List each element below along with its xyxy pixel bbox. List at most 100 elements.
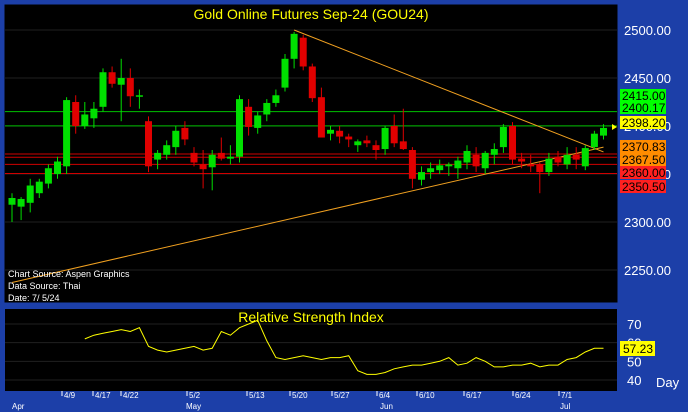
rsi-chart-title: Relative Strength Index bbox=[238, 309, 384, 325]
date-tick-label: 7/1 bbox=[561, 391, 573, 400]
candle-body bbox=[563, 154, 571, 165]
candle-body bbox=[90, 108, 98, 119]
candle-body bbox=[154, 152, 162, 160]
candle-body bbox=[199, 164, 207, 170]
date-tick-label: 6/10 bbox=[419, 391, 435, 400]
date-axis: 4/9 4/17 4/22 5/2 5/13 5/20 5/27 6/4 6/10 6/17 6/2… bbox=[12, 391, 573, 411]
date-tick-label: 5/27 bbox=[334, 391, 350, 400]
chart-frame: Gold Online Futures Sep-24 (GOU24) Chart… bbox=[0, 0, 688, 412]
month-label: Jul bbox=[560, 402, 570, 411]
candle-body bbox=[245, 106, 253, 127]
date-tick-label: 6/24 bbox=[515, 391, 531, 400]
candle-body bbox=[236, 99, 243, 157]
candle-body bbox=[299, 37, 307, 67]
date-tick-label: 5/2 bbox=[189, 391, 201, 400]
candle-body bbox=[472, 154, 480, 167]
candle-body bbox=[536, 164, 544, 173]
candle-body bbox=[217, 152, 225, 159]
candle-body bbox=[418, 172, 425, 180]
candle-body bbox=[336, 130, 344, 137]
month-label: May bbox=[186, 402, 201, 411]
rsi-axis-label: 40 bbox=[627, 373, 641, 388]
candle-body bbox=[181, 127, 189, 140]
candle-body bbox=[572, 154, 580, 160]
candle-body bbox=[44, 168, 52, 184]
candle-body bbox=[427, 168, 435, 173]
date-tick-label: 5/13 bbox=[249, 391, 265, 400]
candle-body bbox=[126, 78, 134, 97]
level-label: 2360.00 bbox=[622, 166, 666, 180]
candle-body bbox=[172, 130, 180, 148]
candle-body bbox=[208, 154, 216, 168]
candle-body bbox=[263, 102, 271, 115]
candle-body bbox=[354, 141, 362, 146]
date-tick-label: 6/4 bbox=[379, 391, 391, 400]
candle-body bbox=[454, 160, 462, 169]
level-label: 2367.50 bbox=[622, 153, 666, 167]
candle-body bbox=[26, 185, 34, 203]
candle-body bbox=[408, 150, 416, 179]
price-axis-label: 2250.00 bbox=[624, 263, 671, 278]
candle-body bbox=[445, 164, 453, 167]
chart-canvas: Gold Online Futures Sep-24 (GOU24) Chart… bbox=[4, 4, 680, 411]
price-panel-background bbox=[4, 4, 618, 303]
level-labels: 2415.002400.172398.202370.832367.502360.… bbox=[612, 89, 666, 194]
candle-body bbox=[463, 150, 471, 163]
day-label: Day bbox=[656, 375, 680, 390]
level-label: 2398.20 bbox=[622, 116, 666, 130]
price-axis-label: 2450.00 bbox=[624, 71, 671, 86]
candle-body bbox=[281, 58, 289, 88]
candle-body bbox=[600, 127, 607, 136]
candle-body bbox=[99, 72, 107, 107]
date-tick-label: 4/22 bbox=[123, 391, 139, 400]
candle-body bbox=[527, 164, 535, 167]
date-tick-label: 6/17 bbox=[466, 391, 482, 400]
level-label: 2350.50 bbox=[622, 180, 666, 194]
candle-body bbox=[72, 102, 80, 126]
price-axis-label: 2300.00 bbox=[624, 215, 671, 230]
candle-body bbox=[436, 165, 444, 171]
candle-body bbox=[327, 129, 334, 134]
candle-body bbox=[399, 141, 407, 150]
candle-body bbox=[372, 145, 380, 150]
candle-body bbox=[254, 115, 262, 128]
candle-body bbox=[308, 66, 316, 99]
candle-body bbox=[35, 181, 43, 194]
month-label: Apr bbox=[12, 402, 25, 411]
candle-body bbox=[390, 126, 398, 144]
candle-body bbox=[581, 148, 589, 167]
level-label: 2400.17 bbox=[622, 101, 666, 115]
date-tick-label: 5/20 bbox=[292, 391, 308, 400]
candle-body bbox=[8, 198, 16, 205]
candle-body bbox=[190, 152, 198, 163]
candle-body bbox=[317, 97, 325, 138]
candle-body bbox=[135, 95, 143, 97]
date-tick-label: 4/9 bbox=[64, 391, 76, 400]
candle-body bbox=[499, 126, 507, 148]
candle-body bbox=[363, 140, 371, 144]
candle-body bbox=[272, 95, 280, 103]
rsi-current-label: 57.23 bbox=[623, 342, 653, 356]
candle-body bbox=[145, 121, 152, 167]
candle-body bbox=[490, 149, 498, 155]
candle-body bbox=[17, 198, 25, 207]
candle-body bbox=[481, 152, 489, 169]
candle-body bbox=[290, 33, 298, 59]
candle-body bbox=[345, 136, 353, 140]
price-chart-title: Gold Online Futures Sep-24 (GOU24) bbox=[194, 6, 429, 22]
level-label: 2370.83 bbox=[622, 140, 666, 154]
chart-source-note: Chart Source: Aspen Graphics bbox=[8, 269, 130, 279]
candle-body bbox=[81, 114, 89, 126]
candle-body bbox=[108, 72, 116, 84]
candle-body bbox=[545, 158, 553, 173]
candle-body bbox=[381, 127, 389, 150]
price-axis-label: 2500.00 bbox=[624, 23, 671, 38]
candle-body bbox=[54, 161, 61, 174]
month-label: Jun bbox=[380, 402, 393, 411]
candle-body bbox=[163, 145, 171, 155]
candle-body bbox=[590, 133, 598, 148]
date-note: Date: 7/ 5/24 bbox=[8, 293, 60, 303]
candle-body bbox=[63, 100, 71, 167]
candle-body bbox=[509, 126, 516, 160]
candle-body bbox=[518, 158, 526, 162]
